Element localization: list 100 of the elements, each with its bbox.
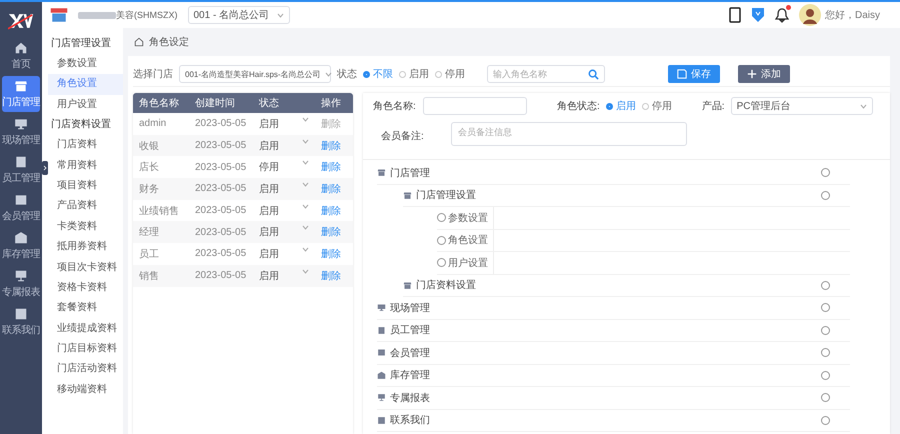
table-cell-text: 2023-05-05 — [195, 205, 248, 216]
store-icon — [14, 79, 28, 93]
status-radio[interactable]: 启用 — [606, 99, 636, 113]
delete-link[interactable]: 删除 — [321, 204, 353, 218]
table-cell-text: 2023-05-05 — [195, 270, 248, 282]
status-select[interactable]: 启用 — [259, 246, 321, 261]
chevron-down-icon — [302, 204, 309, 209]
store-icon — [50, 7, 68, 23]
field-label: 状态 — [337, 68, 357, 81]
column-header: 角色名称 — [138, 97, 180, 110]
status-select[interactable]: 启用 — [259, 138, 321, 153]
table-cell-text: 2023-05-05 — [195, 248, 248, 260]
column-header: 状态 — [259, 96, 280, 110]
submenu-item[interactable]: 常用资料 — [48, 156, 123, 176]
checkbox[interactable] — [821, 348, 830, 358]
permission-label: 库存管理 — [390, 368, 431, 382]
submenu-item[interactable]: 产品资料 — [48, 196, 123, 217]
checkbox[interactable] — [821, 168, 830, 178]
chevron-down-icon — [302, 225, 309, 230]
submenu-item[interactable]: 项目资料 — [48, 176, 123, 196]
avatar-icon[interactable] — [798, 4, 821, 26]
house-icon — [14, 41, 28, 55]
table-cell-text: admin — [138, 118, 168, 130]
delete-link[interactable]: 删除 — [321, 268, 353, 283]
nav-item[interactable]: 库存管理 — [2, 228, 40, 264]
submenu-item[interactable]: 移动端资料 — [48, 380, 123, 400]
table-cell-text: 2023-05-05 — [195, 226, 248, 238]
nav-item[interactable]: 首页 — [2, 38, 40, 74]
delete-link[interactable]: 删除 — [321, 246, 353, 261]
field-label: 角色名称: — [373, 100, 417, 113]
store-select[interactable]: 001 - 名尚总公司 — [188, 6, 290, 24]
submenu-item[interactable]: 业绩提成资料 — [48, 318, 123, 340]
nav-item[interactable]: 联系我们 — [2, 304, 40, 340]
submenu-heading: 门店管理设置 — [50, 36, 112, 51]
submenu-item[interactable]: 门店资料 — [48, 135, 123, 156]
status-select[interactable]: 启用 — [259, 182, 321, 196]
submenu-item[interactable]: 抵用券资料 — [48, 237, 123, 258]
submenu-item[interactable]: 套餐资料 — [48, 298, 123, 319]
submenu-item[interactable]: 参数设置 — [48, 54, 123, 74]
checkbox[interactable] — [821, 280, 830, 290]
company-name: 美容(SHMSZX) — [116, 8, 178, 22]
store-select[interactable]: 001-名尚造型美容Hair.sps-名尚总公司 — [179, 65, 331, 83]
store-icon — [377, 168, 386, 178]
submenu-item[interactable]: 卡类资料 — [48, 216, 123, 238]
submenu-item[interactable]: 项目次卡资料 — [48, 258, 123, 278]
status-radio[interactable]: 不限 — [363, 67, 393, 81]
nav-item[interactable]: 现场管理 — [2, 114, 40, 150]
permission-label: 专属报表 — [390, 392, 431, 405]
delete-link[interactable]: 删除 — [321, 138, 353, 153]
submenu-item[interactable]: 门店目标资料 — [48, 339, 123, 360]
logo-icon — [8, 12, 34, 30]
permission-checkbox[interactable]: 用户设置 — [437, 252, 494, 274]
monitor-icon — [377, 303, 386, 312]
submenu-item[interactable]: 资格卡资料 — [48, 278, 123, 298]
checkbox[interactable] — [821, 370, 830, 380]
permission-checkbox[interactable]: 角色设置 — [437, 230, 494, 251]
permission-label: 门店资料设置 — [416, 278, 477, 292]
status-radio[interactable]: 停用 — [642, 99, 672, 113]
nav-item[interactable]: 门店管理 — [2, 76, 40, 112]
nav-item[interactable]: 员工管理 — [2, 152, 40, 188]
search-icon[interactable] — [588, 68, 599, 80]
delete-link[interactable]: 删除 — [321, 225, 353, 240]
table-cell-text: 2023-05-05 — [195, 183, 248, 194]
bell-icon[interactable] — [774, 7, 789, 23]
save-button[interactable]: 保存 — [668, 65, 720, 83]
field-label: 产品: — [702, 100, 725, 113]
delete-link[interactable]: 删除 — [321, 182, 353, 196]
submenu-item[interactable]: 角色设置 — [48, 74, 123, 95]
status-radio[interactable]: 停用 — [435, 67, 465, 81]
status-radio[interactable]: 启用 — [399, 67, 429, 81]
checkbox[interactable] — [821, 326, 830, 335]
status-select[interactable]: 启用 — [259, 225, 321, 240]
submenu-item[interactable]: 门店活动资料 — [48, 359, 123, 380]
column-header: 操作 — [321, 97, 342, 110]
table-cell-text: 2023-05-05 — [195, 140, 248, 152]
checkbox[interactable] — [821, 303, 830, 312]
greeting-text: 您好，Daisy — [824, 9, 880, 22]
checkbox[interactable] — [821, 190, 830, 200]
chevron-down-icon — [276, 12, 284, 18]
tablet-icon[interactable] — [728, 7, 741, 23]
permission-label: 门店管理设置 — [416, 188, 477, 202]
permission-checkbox[interactable]: 参数设置 — [437, 207, 494, 228]
submenu-item[interactable]: 用户设置 — [48, 94, 123, 116]
screen-icon — [377, 393, 386, 402]
product-select[interactable]: PC管理后台 — [730, 97, 873, 115]
status-select[interactable]: 启用 — [259, 268, 321, 283]
checkbox[interactable] — [821, 416, 830, 425]
input-field[interactable] — [423, 97, 527, 115]
collapse-toggle[interactable] — [42, 161, 48, 175]
status-select[interactable]: 停用 — [259, 160, 321, 174]
nav-item[interactable]: 会员管理 — [2, 190, 40, 226]
nav-item[interactable]: 专属报表 — [2, 266, 40, 302]
checkbox[interactable] — [821, 393, 830, 402]
permission-label: 员工管理 — [390, 324, 431, 338]
blurred-text — [78, 12, 116, 18]
home-icon[interactable] — [134, 37, 144, 47]
status-select[interactable]: 启用 — [259, 204, 321, 218]
delete-link[interactable]: 删除 — [321, 160, 353, 174]
table-cell-text: 业绩销售 — [138, 204, 180, 218]
add-button[interactable]: 添加 — [738, 65, 790, 83]
